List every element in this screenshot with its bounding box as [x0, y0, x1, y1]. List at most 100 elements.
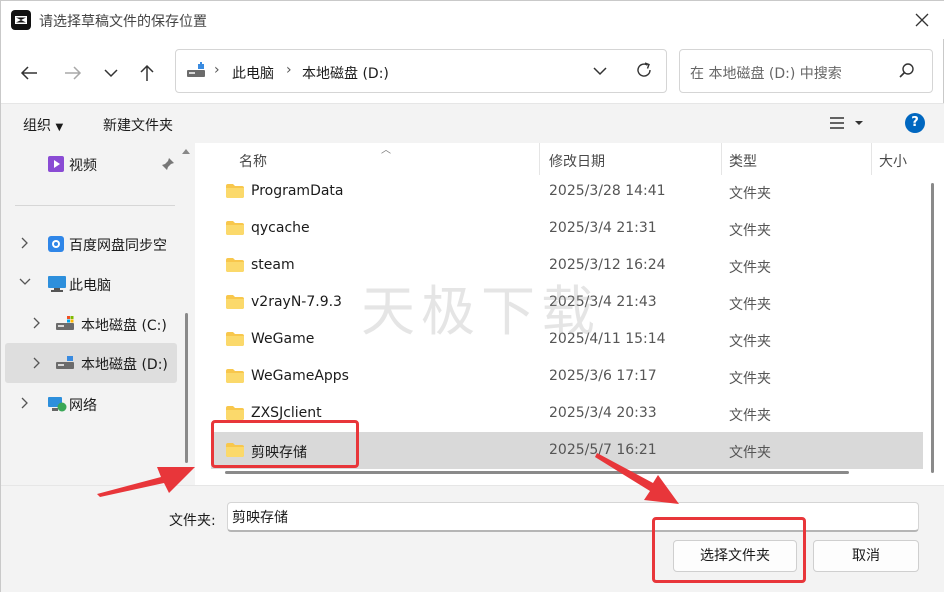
sidebar-item-label: 本地磁盘 (D:) [81, 357, 168, 373]
window-title: 请选择草稿文件的保存位置 [39, 14, 207, 30]
sidebar-item-this-pc[interactable]: 此电脑 [5, 265, 177, 303]
file-name: WeGameApps [251, 368, 349, 384]
forward-button[interactable] [59, 59, 87, 87]
file-type: 文件夹 [729, 260, 771, 276]
file-date: 2025/3/4 21:31 [549, 220, 657, 236]
file-type: 文件夹 [729, 408, 771, 424]
sidebar-divider [15, 205, 175, 206]
video-icon [48, 156, 64, 172]
search-box[interactable]: 在 本地磁盘 (D:) 中搜索 [679, 49, 933, 93]
drive-icon [187, 62, 205, 77]
title-bar: 请选择草稿文件的保存位置 [1, 1, 944, 39]
file-name: qycache [251, 220, 310, 236]
chevron-down-icon[interactable] [19, 277, 31, 287]
list-view-icon [830, 117, 863, 129]
file-type: 文件夹 [729, 186, 771, 202]
capcut-logo-icon [11, 10, 31, 30]
file-name: ProgramData [251, 183, 344, 199]
chevron-right-icon[interactable] [19, 237, 29, 249]
sidebar-item-label: 此电脑 [69, 278, 111, 294]
folder-icon [226, 258, 244, 272]
vertical-scrollbar[interactable] [931, 183, 934, 473]
pin-icon [162, 158, 174, 170]
chevron-down-icon [104, 69, 118, 78]
navigation-pane: 视频 百度网盘同步空 此电脑 本地磁盘 (C:) 本地磁盘 (D:) 网络 [1, 143, 195, 485]
organize-label: 组织 [23, 118, 51, 134]
file-row[interactable]: WeGameApps 2025/3/6 17:17 文件夹 [211, 358, 923, 395]
annotation-box-select-button [652, 517, 806, 583]
folder-icon [226, 184, 244, 198]
sidebar-scrollbar[interactable] [185, 313, 188, 463]
file-name: ZXSJclient [251, 405, 322, 421]
folder-icon [226, 332, 244, 346]
refresh-icon[interactable] [634, 60, 654, 80]
breadcrumb-this-pc[interactable]: 此电脑 [232, 63, 274, 83]
column-divider[interactable] [871, 143, 872, 175]
arrow-left-icon [20, 66, 37, 80]
breadcrumb-separator: › [214, 62, 220, 78]
horizontal-scrollbar[interactable] [225, 471, 849, 474]
close-icon [915, 13, 929, 27]
help-icon[interactable]: ? [905, 113, 925, 133]
organize-menu[interactable]: 组织 ▼ [23, 115, 63, 135]
sidebar-item-drive-c[interactable]: 本地磁盘 (C:) [5, 305, 177, 343]
view-options-button[interactable] [827, 113, 867, 137]
file-date: 2025/3/28 14:41 [549, 183, 666, 199]
drive-icon [56, 316, 74, 330]
column-header-type[interactable]: 类型 [729, 143, 757, 175]
folder-icon [226, 406, 244, 420]
sidebar-item-videos[interactable]: 视频 [5, 145, 177, 183]
navigation-row: › 此电脑 › 本地磁盘 (D:) 在 本地磁盘 (D:) 中搜索 [1, 39, 944, 103]
search-icon [899, 63, 914, 78]
file-name: v2rayN-7.9.3 [251, 294, 342, 310]
pc-icon [48, 276, 66, 292]
file-type: 文件夹 [729, 223, 771, 239]
sidebar-item-network[interactable]: 网络 [5, 385, 177, 423]
recent-locations-button[interactable] [97, 59, 125, 87]
sidebar-item-label: 视频 [69, 158, 97, 174]
column-header-date[interactable]: 修改日期 [549, 143, 605, 175]
sidebar-item-drive-d[interactable]: 本地磁盘 (D:) [5, 343, 177, 383]
sidebar-item-label: 本地磁盘 (C:) [81, 318, 167, 334]
chevron-right-icon[interactable] [31, 317, 41, 329]
sidebar-item-label: 百度网盘同步空 [69, 238, 167, 254]
close-button[interactable] [907, 6, 937, 34]
folder-icon [226, 295, 244, 309]
back-button[interactable] [15, 59, 43, 87]
network-icon [48, 397, 67, 412]
cancel-button[interactable]: 取消 [813, 540, 919, 572]
file-row[interactable]: ProgramData 2025/3/28 14:41 文件夹 [211, 173, 923, 210]
folder-icon [226, 369, 244, 383]
folder-name-input[interactable] [227, 502, 919, 532]
file-row[interactable]: qycache 2025/3/4 21:31 文件夹 [211, 210, 923, 247]
breadcrumb-separator: › [286, 62, 292, 78]
address-bar[interactable]: › 此电脑 › 本地磁盘 (D:) [175, 49, 667, 93]
file-date: 2025/5/7 16:21 [549, 442, 657, 458]
new-folder-button[interactable]: 新建文件夹 [103, 115, 173, 135]
arrow-right-icon [65, 66, 82, 80]
file-date: 2025/3/6 17:17 [549, 368, 657, 384]
folder-label: 文件夹: [169, 513, 216, 529]
column-divider[interactable] [721, 143, 722, 175]
scroll-up-icon[interactable] [181, 147, 191, 155]
column-header-size[interactable]: 大小 [879, 143, 907, 175]
file-type: 文件夹 [729, 334, 771, 350]
column-divider[interactable] [539, 143, 540, 175]
command-bar: 组织 ▼ 新建文件夹 ? [1, 103, 944, 143]
baidu-netdisk-icon [48, 236, 64, 252]
up-button[interactable] [133, 59, 161, 87]
watermark: 天极下载 [361, 280, 601, 343]
column-header-name[interactable]: 名称 [239, 143, 267, 175]
chevron-right-icon[interactable] [31, 357, 41, 369]
chevron-down-icon[interactable] [592, 62, 608, 80]
file-name: WeGame [251, 331, 315, 347]
chevron-right-icon[interactable] [19, 397, 29, 409]
annotation-box-selected-folder [211, 420, 359, 468]
breadcrumb-drive-d[interactable]: 本地磁盘 (D:) [302, 63, 389, 83]
sidebar-item-baidu-netdisk[interactable]: 百度网盘同步空 [5, 225, 177, 263]
file-type: 文件夹 [729, 297, 771, 313]
sidebar-item-label: 网络 [69, 398, 97, 414]
file-type: 文件夹 [729, 445, 771, 461]
search-placeholder[interactable]: 在 本地磁盘 (D:) 中搜索 [690, 63, 842, 83]
arrow-up-icon [140, 64, 154, 81]
